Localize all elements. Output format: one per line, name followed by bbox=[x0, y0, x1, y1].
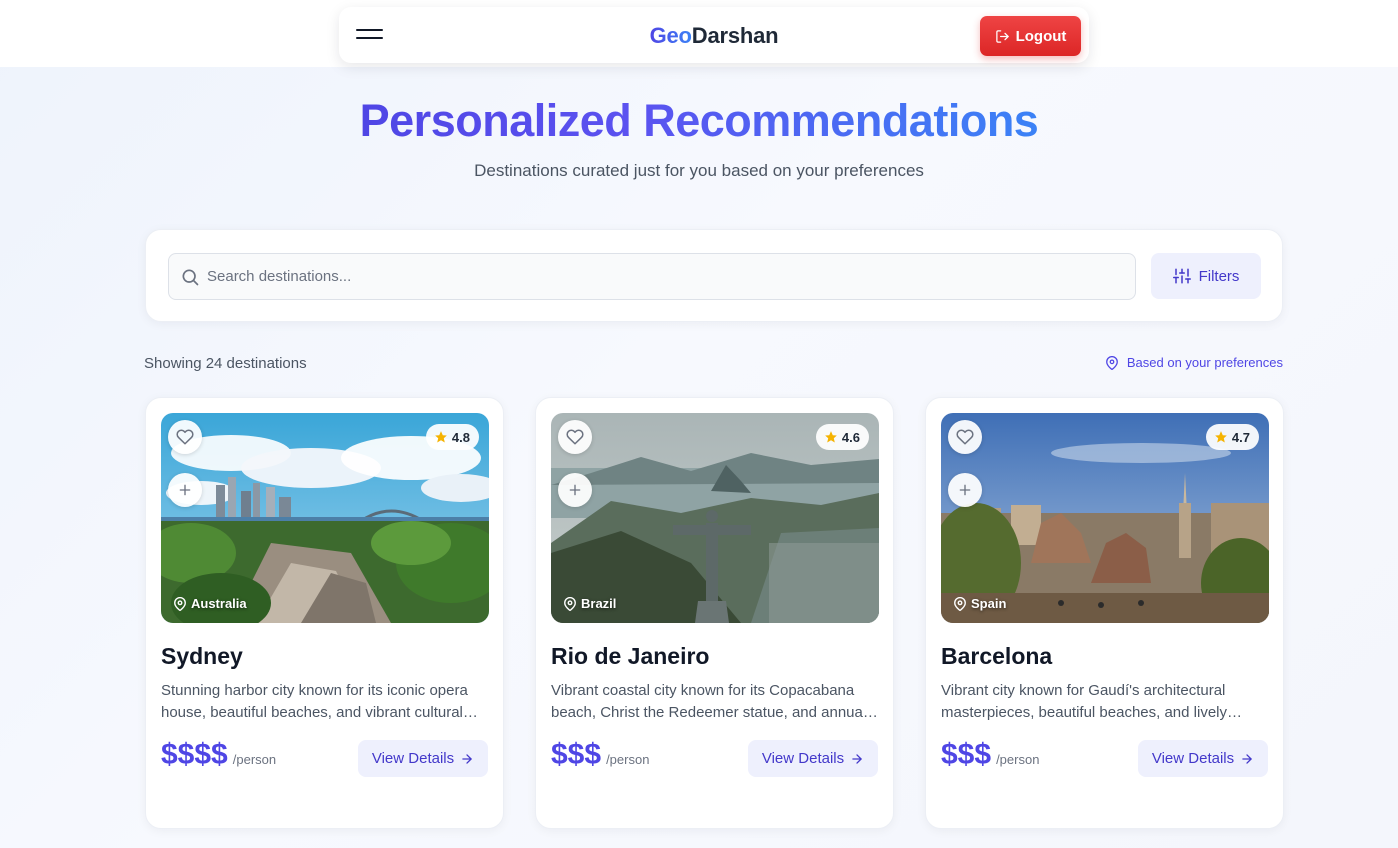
view-details-label: View Details bbox=[371, 750, 455, 767]
view-details-button[interactable]: View Details bbox=[358, 740, 488, 777]
destination-name: Barcelona bbox=[941, 643, 1053, 669]
page-title: Personalized Recommendations bbox=[359, 95, 1039, 146]
preferences-label: Based on your preferences bbox=[1126, 355, 1283, 370]
rating-value: 4.7 bbox=[1231, 429, 1250, 445]
heart-icon bbox=[956, 429, 974, 445]
country-label: Australia bbox=[173, 596, 247, 611]
search-box bbox=[168, 253, 1136, 300]
view-details-label: View Details bbox=[1151, 750, 1235, 767]
search-panel: Filters bbox=[145, 229, 1283, 322]
view-details-label: View Details bbox=[761, 750, 845, 767]
preferences-link[interactable]: Based on your preferences bbox=[1105, 355, 1283, 370]
brand-geo-text: Geo bbox=[649, 23, 692, 48]
brand-darshan-text: Darshan bbox=[691, 23, 779, 48]
price-level: $$$$ bbox=[161, 738, 228, 771]
price: $$$ /person bbox=[941, 738, 1039, 772]
logout-button[interactable]: Logout bbox=[980, 16, 1081, 56]
add-to-trip-button[interactable] bbox=[168, 473, 202, 507]
view-details-button[interactable]: View Details bbox=[748, 740, 878, 777]
destination-image[interactable]: 4.6 Brazil bbox=[551, 413, 879, 623]
page-subtitle: Destinations curated just for you based … bbox=[474, 161, 924, 180]
navbar: GeoDarshan Logout bbox=[339, 7, 1089, 63]
plus-icon bbox=[179, 484, 191, 496]
star-icon bbox=[825, 431, 837, 443]
map-pin-icon bbox=[954, 596, 966, 611]
price-level: $$$ bbox=[941, 738, 992, 771]
search-icon bbox=[182, 269, 199, 286]
destination-image[interactable]: 4.8 Australia bbox=[161, 413, 489, 623]
view-details-button[interactable]: View Details bbox=[1138, 740, 1268, 777]
add-to-trip-button[interactable] bbox=[948, 473, 982, 507]
destination-name: Sydney bbox=[161, 643, 243, 669]
filters-label: Filters bbox=[1198, 267, 1240, 285]
rating-badge: 4.8 bbox=[425, 424, 479, 450]
price-unit: /person bbox=[606, 752, 650, 767]
destination-name: Rio de Janeiro bbox=[551, 643, 710, 669]
destination-description: Stunning harbor city known for its iconi… bbox=[161, 682, 468, 721]
plus-icon bbox=[569, 484, 581, 496]
price-level: $$$ bbox=[551, 738, 602, 771]
country-label: Spain bbox=[953, 596, 1006, 611]
results-count: Showing 24 destinations bbox=[144, 355, 307, 372]
destination-card-barcelona[interactable]: 4.7 Spain Barcelona Vibrant city known f… bbox=[925, 397, 1284, 829]
price: $$$$ /person bbox=[161, 738, 276, 772]
heart-icon bbox=[176, 429, 194, 445]
country-name: Spain bbox=[971, 596, 1007, 611]
star-icon bbox=[1215, 431, 1227, 443]
logout-label: Logout bbox=[1015, 27, 1067, 45]
map-pin-icon bbox=[564, 596, 576, 611]
favorite-button[interactable] bbox=[948, 420, 982, 454]
star-icon bbox=[435, 431, 447, 443]
brand-logo[interactable]: GeoDarshan bbox=[339, 23, 1089, 49]
price-unit: /person bbox=[232, 752, 277, 767]
logout-icon bbox=[995, 29, 1009, 43]
arrow-right-icon bbox=[462, 753, 472, 764]
country-name: Brazil bbox=[581, 596, 617, 611]
destination-description: Vibrant coastal city known for its Copac… bbox=[551, 682, 867, 721]
arrow-right-icon bbox=[852, 753, 862, 764]
destination-card-rio-de-janeiro[interactable]: 4.6 Brazil Rio de Janeiro Vibrant coasta… bbox=[535, 397, 894, 829]
plus-icon bbox=[959, 484, 971, 496]
price-unit: /person bbox=[996, 752, 1040, 767]
add-to-trip-button[interactable] bbox=[558, 473, 592, 507]
favorite-button[interactable] bbox=[558, 420, 592, 454]
arrow-right-icon bbox=[1242, 753, 1252, 764]
destination-card-sydney[interactable]: 4.8 Australia Sydney Stunning harbor cit… bbox=[145, 397, 504, 829]
sliders-icon bbox=[1172, 268, 1191, 284]
filters-button[interactable]: Filters bbox=[1151, 253, 1261, 299]
rating-value: 4.6 bbox=[841, 429, 860, 445]
favorite-button[interactable] bbox=[168, 420, 202, 454]
price: $$$ /person bbox=[551, 738, 649, 772]
rating-badge: 4.6 bbox=[815, 424, 869, 450]
destination-image[interactable]: 4.7 Spain bbox=[941, 413, 1269, 623]
map-pin-icon bbox=[174, 596, 186, 611]
country-label: Brazil bbox=[563, 596, 616, 611]
heart-icon bbox=[566, 429, 584, 445]
destination-description: Vibrant city known for Gaudí's architect… bbox=[941, 682, 1227, 721]
map-pin-icon bbox=[1105, 355, 1118, 370]
country-name: Australia bbox=[191, 596, 247, 611]
search-input[interactable] bbox=[207, 254, 1127, 299]
rating-badge: 4.7 bbox=[1205, 424, 1259, 450]
rating-value: 4.8 bbox=[451, 429, 470, 445]
